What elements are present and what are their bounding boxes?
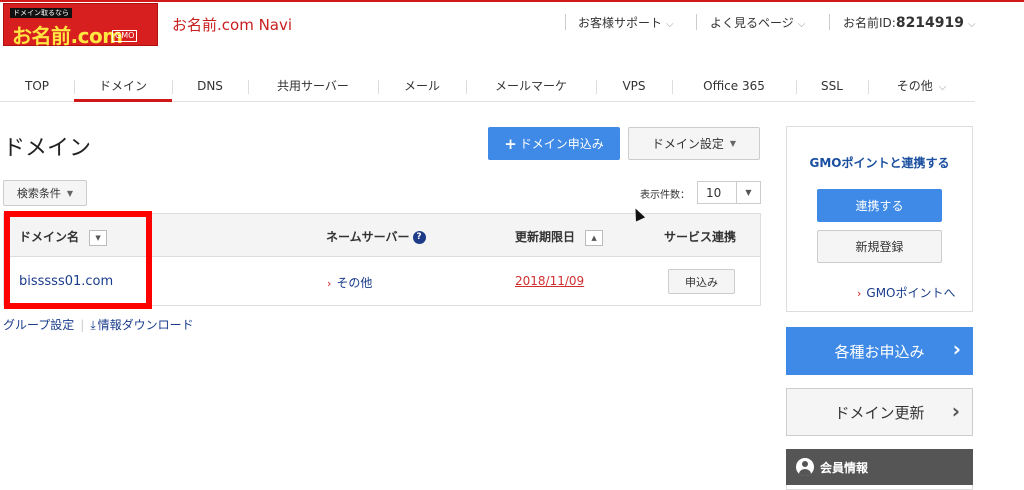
logo-tagline: ドメイン取るなら [10, 8, 72, 18]
plus-icon: + [504, 134, 517, 153]
user-icon [796, 458, 814, 476]
nav-other-label: その他 [896, 79, 933, 93]
column-expiry-label: 更新期限日 [515, 230, 576, 244]
table-footer-links: グループ設定 | ⤓ 情報ダウンロード [3, 316, 194, 333]
chevron-down-icon: ⌵ [968, 19, 976, 30]
header-divider [696, 14, 697, 30]
app-title: お名前.com Navi [172, 16, 293, 34]
account-menu[interactable]: お名前ID:8214919 ⌵ [843, 14, 976, 31]
nav-ssl[interactable]: SSL [796, 72, 868, 102]
logo[interactable]: ドメイン取るなら お名前.com GMO [3, 3, 158, 48]
register-button[interactable]: 新規登録 [817, 230, 942, 263]
gmo-panel-title: GMOポイントと連携する [809, 156, 950, 170]
logo-gmo: GMO [112, 30, 138, 42]
domain-settings-label: ドメイン設定 [651, 137, 724, 151]
account-id-prefix: お名前ID: [843, 16, 896, 30]
various-apply-button[interactable]: 各種お申込み › [786, 327, 973, 375]
chevron-down-icon: ⌵ [938, 82, 947, 93]
nav-other[interactable]: その他 ⌵ [868, 72, 975, 102]
header-divider [565, 14, 566, 30]
chevron-down-icon: ⌵ [666, 19, 674, 30]
account-id: 8214919 [895, 15, 965, 31]
faq-menu-label: よく見るページ [710, 16, 794, 30]
domain-apply-button[interactable]: + ドメイン申込み [488, 127, 620, 160]
column-nameserver-label: ネームサーバー [326, 230, 410, 244]
logo-brand: お名前.com [12, 24, 123, 48]
link-separator: | [80, 318, 85, 332]
nav-domain[interactable]: ドメイン [74, 72, 172, 102]
gmo-points-link[interactable]: › GMOポイントへ [857, 284, 956, 301]
nav-mail[interactable]: メール [378, 72, 466, 102]
search-filter-button[interactable]: 検索条件 ▼ [3, 180, 87, 206]
support-menu[interactable]: お客様サポート ⌵ [578, 14, 674, 31]
nav-office365[interactable]: Office 365 [672, 72, 796, 102]
download-icon: ⤓ [90, 318, 96, 332]
count-label: 表示件数： [640, 190, 690, 201]
domain-apply-label: ドメイン申込み [519, 137, 604, 151]
chevron-down-icon: ⌵ [797, 19, 806, 30]
support-menu-label: お客様サポート [578, 16, 663, 30]
member-info-label: 会員情報 [820, 460, 869, 475]
member-info-panel [786, 485, 973, 490]
count-select[interactable]: 10 ▼ [697, 181, 761, 204]
caret-down-icon: ▼ [66, 188, 74, 198]
page-title: ドメイン [3, 136, 92, 161]
nameserver-link[interactable]: › その他 [327, 274, 372, 291]
gmo-points-link-label: GMOポイントへ [866, 286, 956, 300]
help-icon[interactable]: ? [412, 231, 426, 244]
chevron-right-icon: › [327, 277, 332, 290]
caret-down-icon: ▼ [736, 182, 760, 203]
nameserver-value: その他 [336, 276, 373, 290]
domain-renew-label: ドメイン更新 [834, 403, 925, 422]
service-apply-button[interactable]: 申込み [668, 269, 735, 294]
faq-menu[interactable]: よく見るページ ⌵ [710, 14, 805, 31]
expiry-date-link[interactable]: 2018/11/09 [515, 274, 584, 288]
search-filter-label: 検索条件 [16, 187, 61, 200]
caret-down-icon: ▼ [729, 139, 737, 148]
various-apply-label: 各種お申込み [834, 342, 925, 361]
gmo-points-panel: GMOポイントと連携する 連携する 新規登録 › GMOポイントへ [786, 126, 973, 312]
column-expiry: 更新期限日 ▲ [515, 228, 604, 246]
nav-shared-server[interactable]: 共用サーバー [248, 72, 378, 102]
chevron-right-icon: › [952, 337, 961, 361]
chevron-right-icon: › [951, 399, 960, 423]
download-info-link[interactable]: 情報ダウンロード [98, 318, 194, 332]
header-divider [829, 14, 830, 30]
top-accent-line [0, 0, 1024, 2]
main-nav: TOP ドメイン DNS 共用サーバー メール メールマーケ VPS Offic… [0, 72, 975, 102]
count-value: 10 [706, 185, 722, 200]
nav-top[interactable]: TOP [0, 72, 74, 102]
link-account-button[interactable]: 連携する [817, 189, 942, 222]
nav-mail-marketing[interactable]: メールマーケ [466, 72, 596, 102]
nav-vps[interactable]: VPS [596, 72, 672, 102]
highlight-box [4, 211, 152, 309]
group-settings-link[interactable]: グループ設定 [3, 318, 74, 332]
column-service: サービス連携 [664, 230, 737, 244]
domain-renew-button[interactable]: ドメイン更新 › [786, 388, 973, 436]
member-info-header: 会員情報 [786, 449, 973, 485]
sort-icon[interactable]: ▲ [585, 229, 604, 246]
column-nameserver: ネームサーバー? [326, 228, 426, 245]
domain-settings-button[interactable]: ドメイン設定 ▼ [628, 127, 760, 160]
nav-dns[interactable]: DNS [172, 72, 248, 102]
chevron-right-icon: › [857, 287, 862, 300]
